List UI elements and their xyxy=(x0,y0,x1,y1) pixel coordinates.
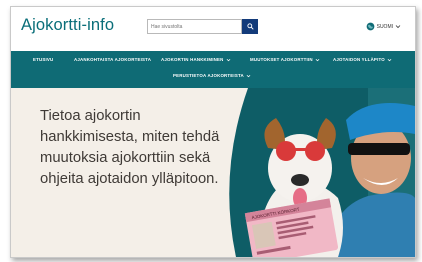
chevron-down-icon xyxy=(226,58,230,61)
search-bar xyxy=(147,19,259,36)
search-icon xyxy=(246,23,254,30)
chevron-down-icon xyxy=(387,58,392,61)
hero-section: Tietoa ajokortin hankkimisesta, miten te… xyxy=(11,88,415,257)
language-label: SUOMI xyxy=(376,23,393,30)
hero-text: Tietoa ajokortin hankkimisesta, miten te… xyxy=(40,108,220,187)
globe-icon xyxy=(366,22,374,31)
nav-item-label: AJOKORTIN HANKKIMINEN xyxy=(161,57,224,62)
main-navigation: ETUSIVU AJANKOHTAISTA AJOKORTEISTA AJOKO… xyxy=(11,51,415,88)
nav-item-label: ETUSIVU xyxy=(33,57,54,62)
nav-item-label: AJANKOHTAISTA AJOKORTEISTA xyxy=(74,57,152,62)
nav-item-label: AJOTAIDON YLLÄPITO xyxy=(333,57,385,62)
chevron-down-icon xyxy=(395,25,401,29)
nav-item-label: MUUTOKSET AJOKORTTIIN xyxy=(250,57,313,62)
search-input[interactable] xyxy=(147,19,242,34)
site-header: Ajokortti-info SUOMI xyxy=(11,7,415,51)
language-selector[interactable]: SUOMI xyxy=(366,22,401,31)
nav-item-perustietoa[interactable]: PERUSTIETOA AJOKORTEISTA xyxy=(173,73,251,78)
site-logo[interactable]: Ajokortti-info xyxy=(21,16,114,35)
nav-item-muutokset[interactable]: MUUTOKSET AJOKORTTIIN xyxy=(250,57,320,62)
nav-item-label: PERUSTIETOA AJOKORTEISTA xyxy=(173,73,244,78)
hero-photo: AJOKORTTI KÖRKORT xyxy=(229,88,415,257)
nav-item-ajankohtaista[interactable]: AJANKOHTAISTA AJOKORTEISTA xyxy=(74,57,151,62)
nav-item-etusivu[interactable]: ETUSIVU xyxy=(33,57,53,62)
chevron-down-icon xyxy=(246,74,251,77)
chevron-down-icon xyxy=(315,58,320,61)
browser-frame: Ajokortti-info SUOMI ETUSIVU xyxy=(10,6,416,258)
search-button[interactable] xyxy=(242,19,258,34)
nav-item-hankkiminen[interactable]: AJOKORTIN HANKKIMINEN xyxy=(161,57,231,62)
nav-item-yllapito[interactable]: AJOTAIDON YLLÄPITO xyxy=(333,57,392,62)
